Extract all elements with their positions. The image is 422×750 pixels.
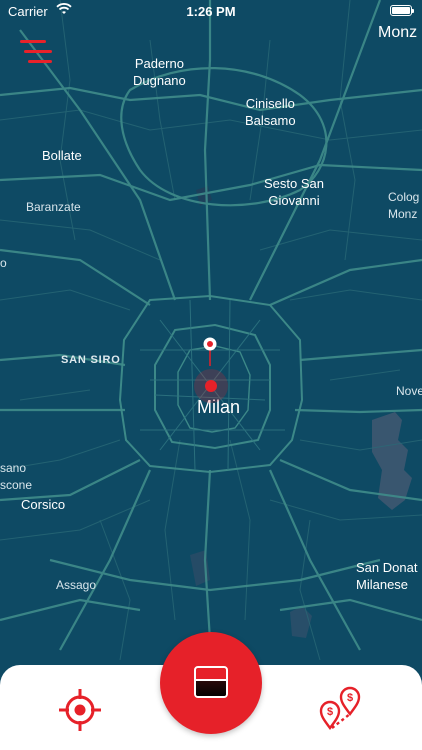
map-label-monza: Monz bbox=[378, 24, 418, 41]
map-label-cologno-monzese: Colog Monz bbox=[388, 190, 420, 221]
prices-button[interactable]: $ $ bbox=[316, 684, 366, 730]
location-pin-icon[interactable] bbox=[202, 336, 218, 366]
svg-text:$: $ bbox=[347, 692, 353, 704]
map-label-corsico: Corsico bbox=[21, 497, 66, 512]
locate-me-button[interactable] bbox=[56, 686, 104, 734]
status-bar: Carrier 1:26 PM bbox=[0, 0, 422, 22]
map-label-assago: Assago bbox=[56, 578, 97, 592]
map-label-cinisello-balsamo: Cinisello Balsamo bbox=[245, 96, 296, 128]
map-label-sesto-san-giovanni: Sesto San Giovanni bbox=[264, 176, 324, 208]
menu-button[interactable] bbox=[20, 40, 54, 66]
current-location-icon bbox=[194, 369, 228, 403]
map-label-san-siro: SAN SIRO bbox=[61, 354, 121, 366]
clock-time: 1:26 PM bbox=[186, 4, 236, 19]
svg-text:$: $ bbox=[327, 706, 333, 718]
map-label-novate: Nove bbox=[396, 384, 422, 398]
map-label-buccinasco: sano scone bbox=[0, 461, 33, 492]
map-label-paderno-dugnano: Paderno Dugnano bbox=[133, 56, 186, 88]
battery-icon bbox=[390, 5, 414, 16]
scan-frame-icon bbox=[194, 666, 228, 698]
map-label-bollate: Bollate bbox=[42, 148, 82, 163]
scan-button[interactable] bbox=[160, 632, 262, 734]
map-label-san-donato-milanese: San Donat Milanese bbox=[356, 560, 418, 592]
menu-line bbox=[28, 60, 52, 63]
map-label-edge-o: o bbox=[0, 256, 7, 270]
menu-line bbox=[24, 50, 52, 53]
hamburger-menu-icon bbox=[20, 40, 46, 43]
map-label-baranzate: Baranzate bbox=[26, 200, 81, 214]
crosshair-locate-icon bbox=[59, 689, 101, 731]
